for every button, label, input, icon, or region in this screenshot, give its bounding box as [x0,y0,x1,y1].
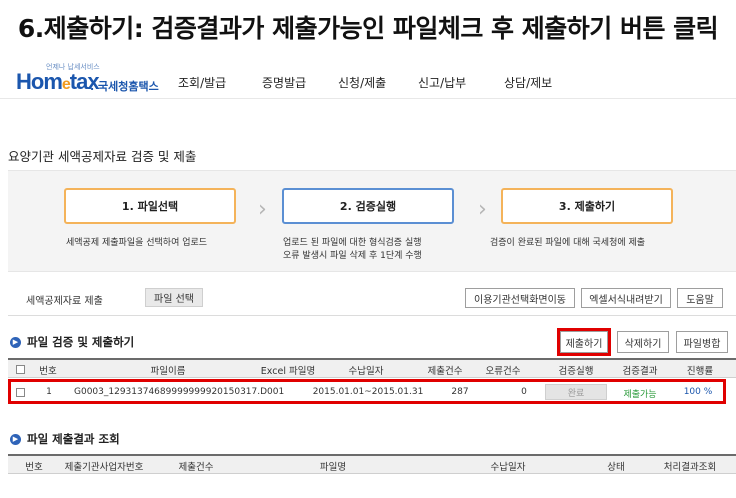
toolbar-label: 세액공제자료 제출 [26,296,103,307]
verify-table-header: 번호 파일이름 Excel 파일명 수납일자 제출건수 오류건수 검증실행 검증… [8,358,736,378]
col-number: 번호 [25,462,43,473]
col-progress: 진행률 [686,366,714,377]
verify-section-title: ▶ 파일 검증 및 제출하기 [10,334,134,350]
nav-item-consult[interactable]: 상담/제보 [504,74,552,91]
row-highlight-box [8,379,726,404]
instruction-text: 6.제출하기: 검증결과가 제출가능인 파일체크 후 제출하기 버튼 클릭 [17,14,719,43]
nav-item-file[interactable]: 신고/납부 [418,74,466,91]
nav-item-certificate[interactable]: 증명발급 [262,74,306,91]
result-section-title: ▶ 파일 제출결과 조회 [10,431,120,447]
col-receipt-date: 수납일자 [348,366,384,377]
nav-item-apply[interactable]: 신청/제출 [338,74,386,91]
select-all-checkbox[interactable] [16,365,25,374]
nav-item-inquiry[interactable]: 조회/발급 [178,74,226,91]
col-error-count: 오류건수 [485,366,521,377]
instruction-banner: 6.제출하기: 검증결과가 제출가능인 파일체크 후 제출하기 버튼 클릭 [0,0,736,54]
logo-brand-kr: . 국세청홈택스 [90,80,159,93]
merge-files-button[interactable]: 파일병합 [676,331,728,353]
nav-divider [0,98,736,99]
step-3-box: 3. 제출하기 [501,188,673,224]
file-select-button[interactable]: 파일 선택 [145,288,203,307]
submit-button[interactable]: 제출하기 [557,328,611,356]
col-file-name: 파일명 [319,462,347,473]
circle-arrow-icon: ▶ [10,433,21,445]
excel-template-download-button[interactable]: 엑셀서식내려받기 [581,288,671,308]
chevron-right-icon: › [258,197,267,222]
hometax-logo[interactable]: 언제나 납세서비스 Hometax . 국세청홈택스 [10,62,160,94]
institution-select-button[interactable]: 이용기관선택화면이동 [465,288,575,308]
step-1-desc: 세액공제 제출파일을 선택하여 업로드 [66,238,208,248]
col-status: 상태 [607,462,625,473]
step-3-desc: 검증이 완료된 파일에 대해 국세청에 제출 [490,238,646,248]
top-nav: 언제나 납세서비스 Hometax . 국세청홈택스 조회/발급 증명발급 신청… [0,58,736,98]
toolbar-divider [8,315,736,316]
col-result-inquiry: 처리결과조회 [663,462,717,473]
col-filename: 파일이름 [150,366,186,377]
col-verify-run: 검증실행 [558,366,594,377]
step-1-box: 1. 파일선택 [64,188,236,224]
col-verify-result: 검증결과 [622,366,658,377]
logo-brand: Hometax [16,69,100,94]
col-submit-count: 제출건수 [427,366,463,377]
result-table-header: 번호 제출기관사업자번호 제출건수 파일명 수납일자 상태 처리결과조회 [8,454,736,474]
page-title: 요양기관 세액공제자료 검증 및 제출 [8,149,197,164]
chevron-right-icon: › [478,197,487,222]
col-business-number: 제출기관사업자번호 [64,462,144,473]
col-submit-count: 제출건수 [178,462,214,473]
help-button[interactable]: 도움말 [677,288,723,308]
col-excel-filename: Excel 파일명 [260,366,316,377]
circle-arrow-icon: ▶ [10,336,21,348]
col-receipt-date: 수납일자 [490,462,526,473]
delete-button[interactable]: 삭제하기 [617,331,669,353]
steps-panel: 1. 파일선택 › 2. 검증실행 › 3. 제출하기 세액공제 제출파일을 선… [8,170,736,272]
col-number: 번호 [39,366,57,377]
step-2-box: 2. 검증실행 [282,188,454,224]
step-2-desc: 업로드 된 파일에 대한 형식검증 실행 오류 발생시 파일 삭제 후 1단계 … [283,238,422,261]
